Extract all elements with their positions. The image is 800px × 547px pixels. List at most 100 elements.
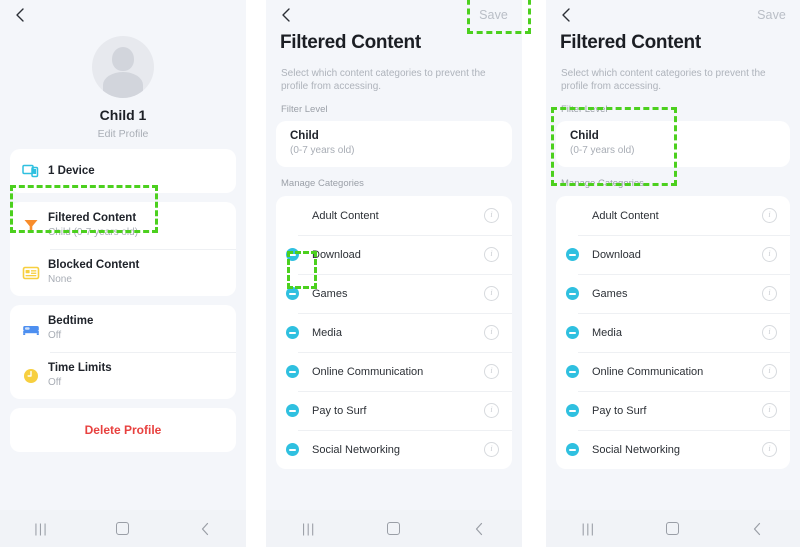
list-item-games[interactable]: Games i bbox=[276, 274, 512, 313]
minus-circle-icon[interactable] bbox=[566, 443, 579, 456]
list-item-games[interactable]: Games i bbox=[556, 274, 790, 313]
minus-circle-icon[interactable] bbox=[286, 326, 299, 339]
category-label: Games bbox=[312, 287, 348, 300]
toggle-slot bbox=[286, 248, 308, 261]
devices-icon bbox=[22, 163, 48, 179]
recents-icon[interactable]: ||| bbox=[302, 521, 316, 536]
toggle-slot bbox=[566, 326, 588, 339]
info-icon[interactable]: i bbox=[762, 208, 777, 223]
info-icon[interactable]: i bbox=[762, 364, 777, 379]
recents-icon[interactable]: ||| bbox=[582, 521, 596, 536]
minus-circle-icon[interactable] bbox=[566, 287, 579, 300]
delete-profile-button[interactable]: Delete Profile bbox=[10, 408, 236, 452]
list-item-adult-content[interactable]: Adult Content i bbox=[276, 196, 512, 235]
filter-level-card[interactable]: Child (0-7 years old) bbox=[556, 121, 790, 167]
category-label: Media bbox=[312, 326, 342, 339]
filter-level-card[interactable]: Child (0-7 years old) bbox=[276, 121, 512, 167]
minus-circle-icon[interactable] bbox=[566, 365, 579, 378]
page-title: Filtered Content bbox=[280, 32, 421, 53]
minus-circle-icon[interactable] bbox=[566, 404, 579, 417]
save-button[interactable]: Save bbox=[757, 8, 786, 22]
info-icon[interactable]: i bbox=[762, 442, 777, 457]
avatar-body bbox=[103, 72, 143, 98]
list-item-online-communication[interactable]: Online Communication i bbox=[556, 352, 790, 391]
toggle-slot bbox=[286, 443, 308, 456]
blocked-content-text: Blocked Content None bbox=[48, 258, 224, 287]
info-icon[interactable]: i bbox=[484, 325, 499, 340]
page-description: Select which content categories to preve… bbox=[561, 68, 766, 92]
toggle-slot bbox=[566, 404, 588, 417]
clock-icon bbox=[22, 367, 48, 385]
avatar[interactable] bbox=[92, 36, 154, 98]
category-label: Adult Content bbox=[312, 209, 379, 222]
minus-circle-icon[interactable] bbox=[566, 248, 579, 261]
filter-level-range: (0-7 years old) bbox=[570, 145, 635, 156]
list-item-filtered-content[interactable]: Filtered Content Child (0-7 years old) bbox=[10, 202, 236, 249]
list-item-device[interactable]: 1 Device bbox=[10, 149, 236, 193]
info-icon[interactable]: i bbox=[762, 247, 777, 262]
system-back-icon[interactable] bbox=[198, 521, 212, 537]
toggle-slot bbox=[566, 365, 588, 378]
info-icon[interactable]: i bbox=[484, 247, 499, 262]
recents-icon[interactable]: ||| bbox=[34, 521, 48, 536]
home-icon[interactable] bbox=[387, 522, 401, 535]
schedule-card: Bedtime Off Time Limits Off bbox=[10, 305, 236, 399]
back-icon[interactable] bbox=[558, 6, 574, 24]
manage-categories-label: Manage Categories bbox=[281, 178, 364, 189]
minus-circle-icon[interactable] bbox=[286, 443, 299, 456]
list-item-bedtime[interactable]: Bedtime Off bbox=[10, 305, 236, 352]
list-item-pay-to-surf[interactable]: Pay to Surf i bbox=[556, 391, 790, 430]
minus-circle-icon[interactable] bbox=[566, 326, 579, 339]
system-navbar: ||| bbox=[0, 510, 246, 547]
list-item-pay-to-surf[interactable]: Pay to Surf i bbox=[276, 391, 512, 430]
list-item-sublabel: Off bbox=[48, 377, 62, 388]
list-item-social-networking[interactable]: Social Networking i bbox=[556, 430, 790, 469]
info-icon[interactable]: i bbox=[484, 208, 499, 223]
list-item-sublabel: Off bbox=[48, 330, 62, 341]
minus-circle-icon[interactable] bbox=[286, 404, 299, 417]
list-item-online-communication[interactable]: Online Communication i bbox=[276, 352, 512, 391]
system-navbar: ||| bbox=[546, 510, 800, 547]
profile-topbar bbox=[0, 0, 246, 30]
list-item-time-limits[interactable]: Time Limits Off bbox=[10, 352, 236, 399]
list-item-download[interactable]: Download i bbox=[556, 235, 790, 274]
list-item-adult-content[interactable]: Adult Content i bbox=[556, 196, 790, 235]
minus-circle-icon[interactable] bbox=[286, 365, 299, 378]
home-icon[interactable] bbox=[666, 522, 680, 535]
info-icon[interactable]: i bbox=[762, 403, 777, 418]
home-icon[interactable] bbox=[116, 522, 130, 535]
toggle-slot bbox=[286, 404, 308, 417]
info-icon[interactable]: i bbox=[762, 286, 777, 301]
list-item-sublabel: None bbox=[48, 274, 72, 285]
back-icon[interactable] bbox=[278, 6, 294, 24]
categories-card: Adult Content i Download i Games i Media… bbox=[276, 196, 512, 469]
minus-circle-icon[interactable] bbox=[286, 248, 299, 261]
list-item-blocked-content[interactable]: Blocked Content None bbox=[10, 249, 236, 296]
system-back-icon[interactable] bbox=[472, 521, 486, 537]
category-label: Online Communication bbox=[592, 365, 704, 378]
page-title: Filtered Content bbox=[560, 32, 701, 53]
save-button[interactable]: Save bbox=[479, 8, 508, 22]
blocked-content-icon bbox=[22, 265, 48, 281]
list-item-media[interactable]: Media i bbox=[556, 313, 790, 352]
filter-level-range: (0-7 years old) bbox=[290, 145, 355, 156]
category-label: Pay to Surf bbox=[592, 404, 647, 417]
bedtime-text: Bedtime Off bbox=[48, 314, 224, 343]
info-icon[interactable]: i bbox=[762, 325, 777, 340]
list-item-label: Bedtime bbox=[48, 315, 94, 327]
list-item-social-networking[interactable]: Social Networking i bbox=[276, 430, 512, 469]
system-back-icon[interactable] bbox=[750, 521, 764, 537]
categories-card: Adult Content i Download i Games i Media… bbox=[556, 196, 790, 469]
info-icon[interactable]: i bbox=[484, 442, 499, 457]
back-icon[interactable] bbox=[12, 6, 28, 24]
list-item-media[interactable]: Media i bbox=[276, 313, 512, 352]
filter-level-value: Child bbox=[570, 130, 599, 142]
list-item-download[interactable]: Download i bbox=[276, 235, 512, 274]
category-label: Download bbox=[312, 248, 361, 261]
minus-circle-icon[interactable] bbox=[286, 287, 299, 300]
edit-profile-link[interactable]: Edit Profile bbox=[0, 128, 246, 140]
toggle-slot bbox=[286, 326, 308, 339]
info-icon[interactable]: i bbox=[484, 364, 499, 379]
info-icon[interactable]: i bbox=[484, 403, 499, 418]
info-icon[interactable]: i bbox=[484, 286, 499, 301]
